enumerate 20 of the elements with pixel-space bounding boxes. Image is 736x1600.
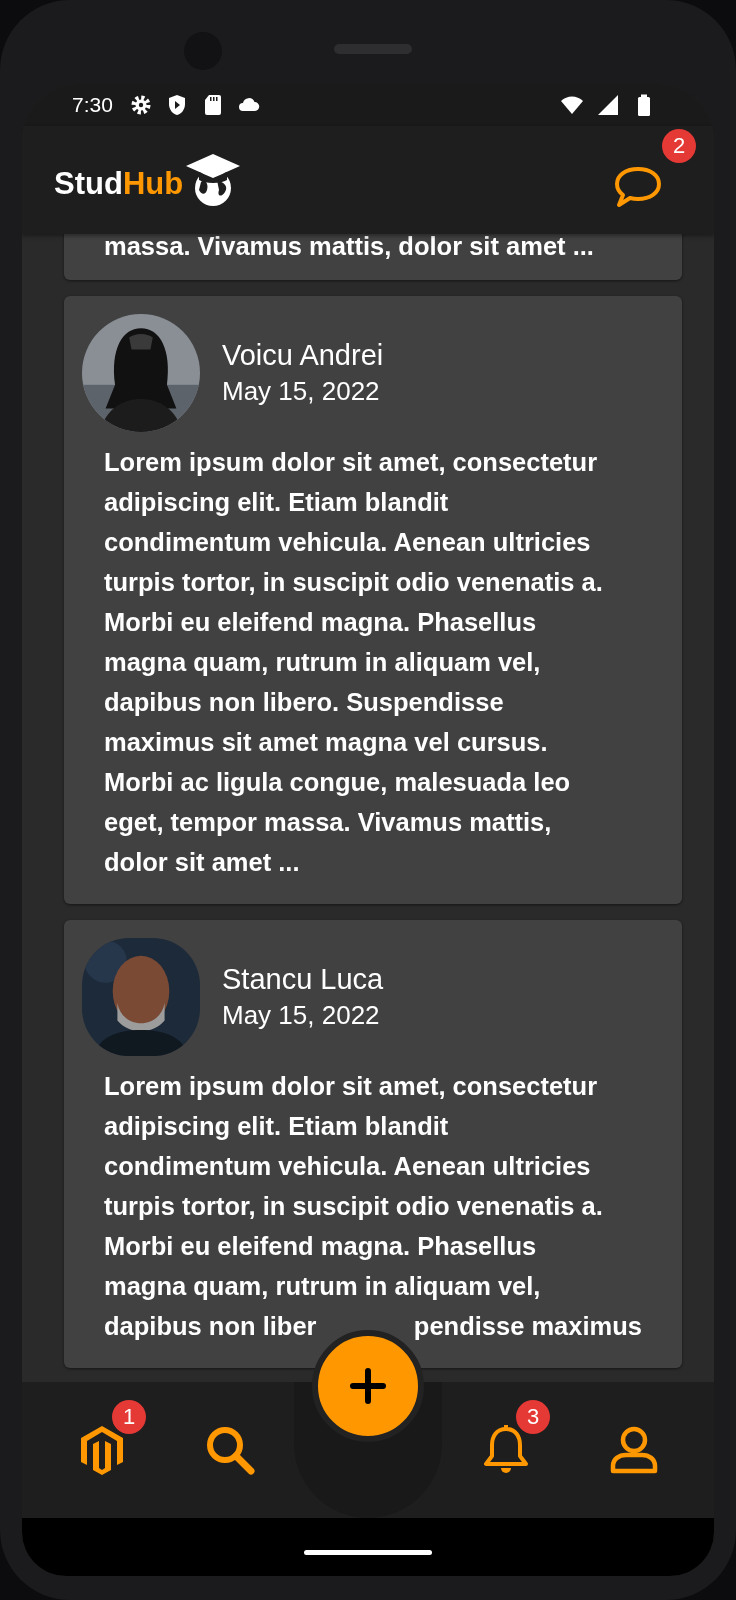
post-date: May 15, 2022 [222,1000,381,1031]
post-text-fragment: dapibus non liber [104,1311,317,1342]
graduation-globe-icon [185,152,242,208]
app-logo-text: StudHub [54,166,184,202]
post-text-fragment: pendisse maximus [413,1311,642,1342]
profile-icon[interactable] [608,1424,660,1476]
home-indicator[interactable] [304,1549,432,1555]
notification-badge: 3 [516,1400,550,1434]
post-text: Lorem ipsum dolor sit amet, consectetur adipiscing elit. Etiam blandit condimentum vehicula. Aenean ultricies turpis tortor, in suscipit odio venenatis a. Morbi eu eleifend magna. Phasellus magna quam, rutrum in aliquam vel, dapibus non libero. Suspendisse maximus sit amet magna vel cursus. Morbi ac ligula congue, malesuada leo eget, tempor massa. Vivamus mattis, dolor sit amet ... [103,447,604,878]
post-date: May 15, 2022 [222,376,381,407]
author-name: Voicu Andrei [222,339,384,372]
chat-icon[interactable] [614,165,662,209]
plus-icon [348,1366,388,1406]
notification-badge: 2 [662,129,696,163]
status-time: 7:30 [72,93,113,117]
search-icon[interactable] [204,1424,256,1476]
author-name: Stancu Luca [222,963,384,996]
signal-icon [596,93,620,117]
notification-badge: 1 [112,1400,146,1434]
post-text: massa. Vivamus mattis, dolor sit amet ... [103,234,595,262]
